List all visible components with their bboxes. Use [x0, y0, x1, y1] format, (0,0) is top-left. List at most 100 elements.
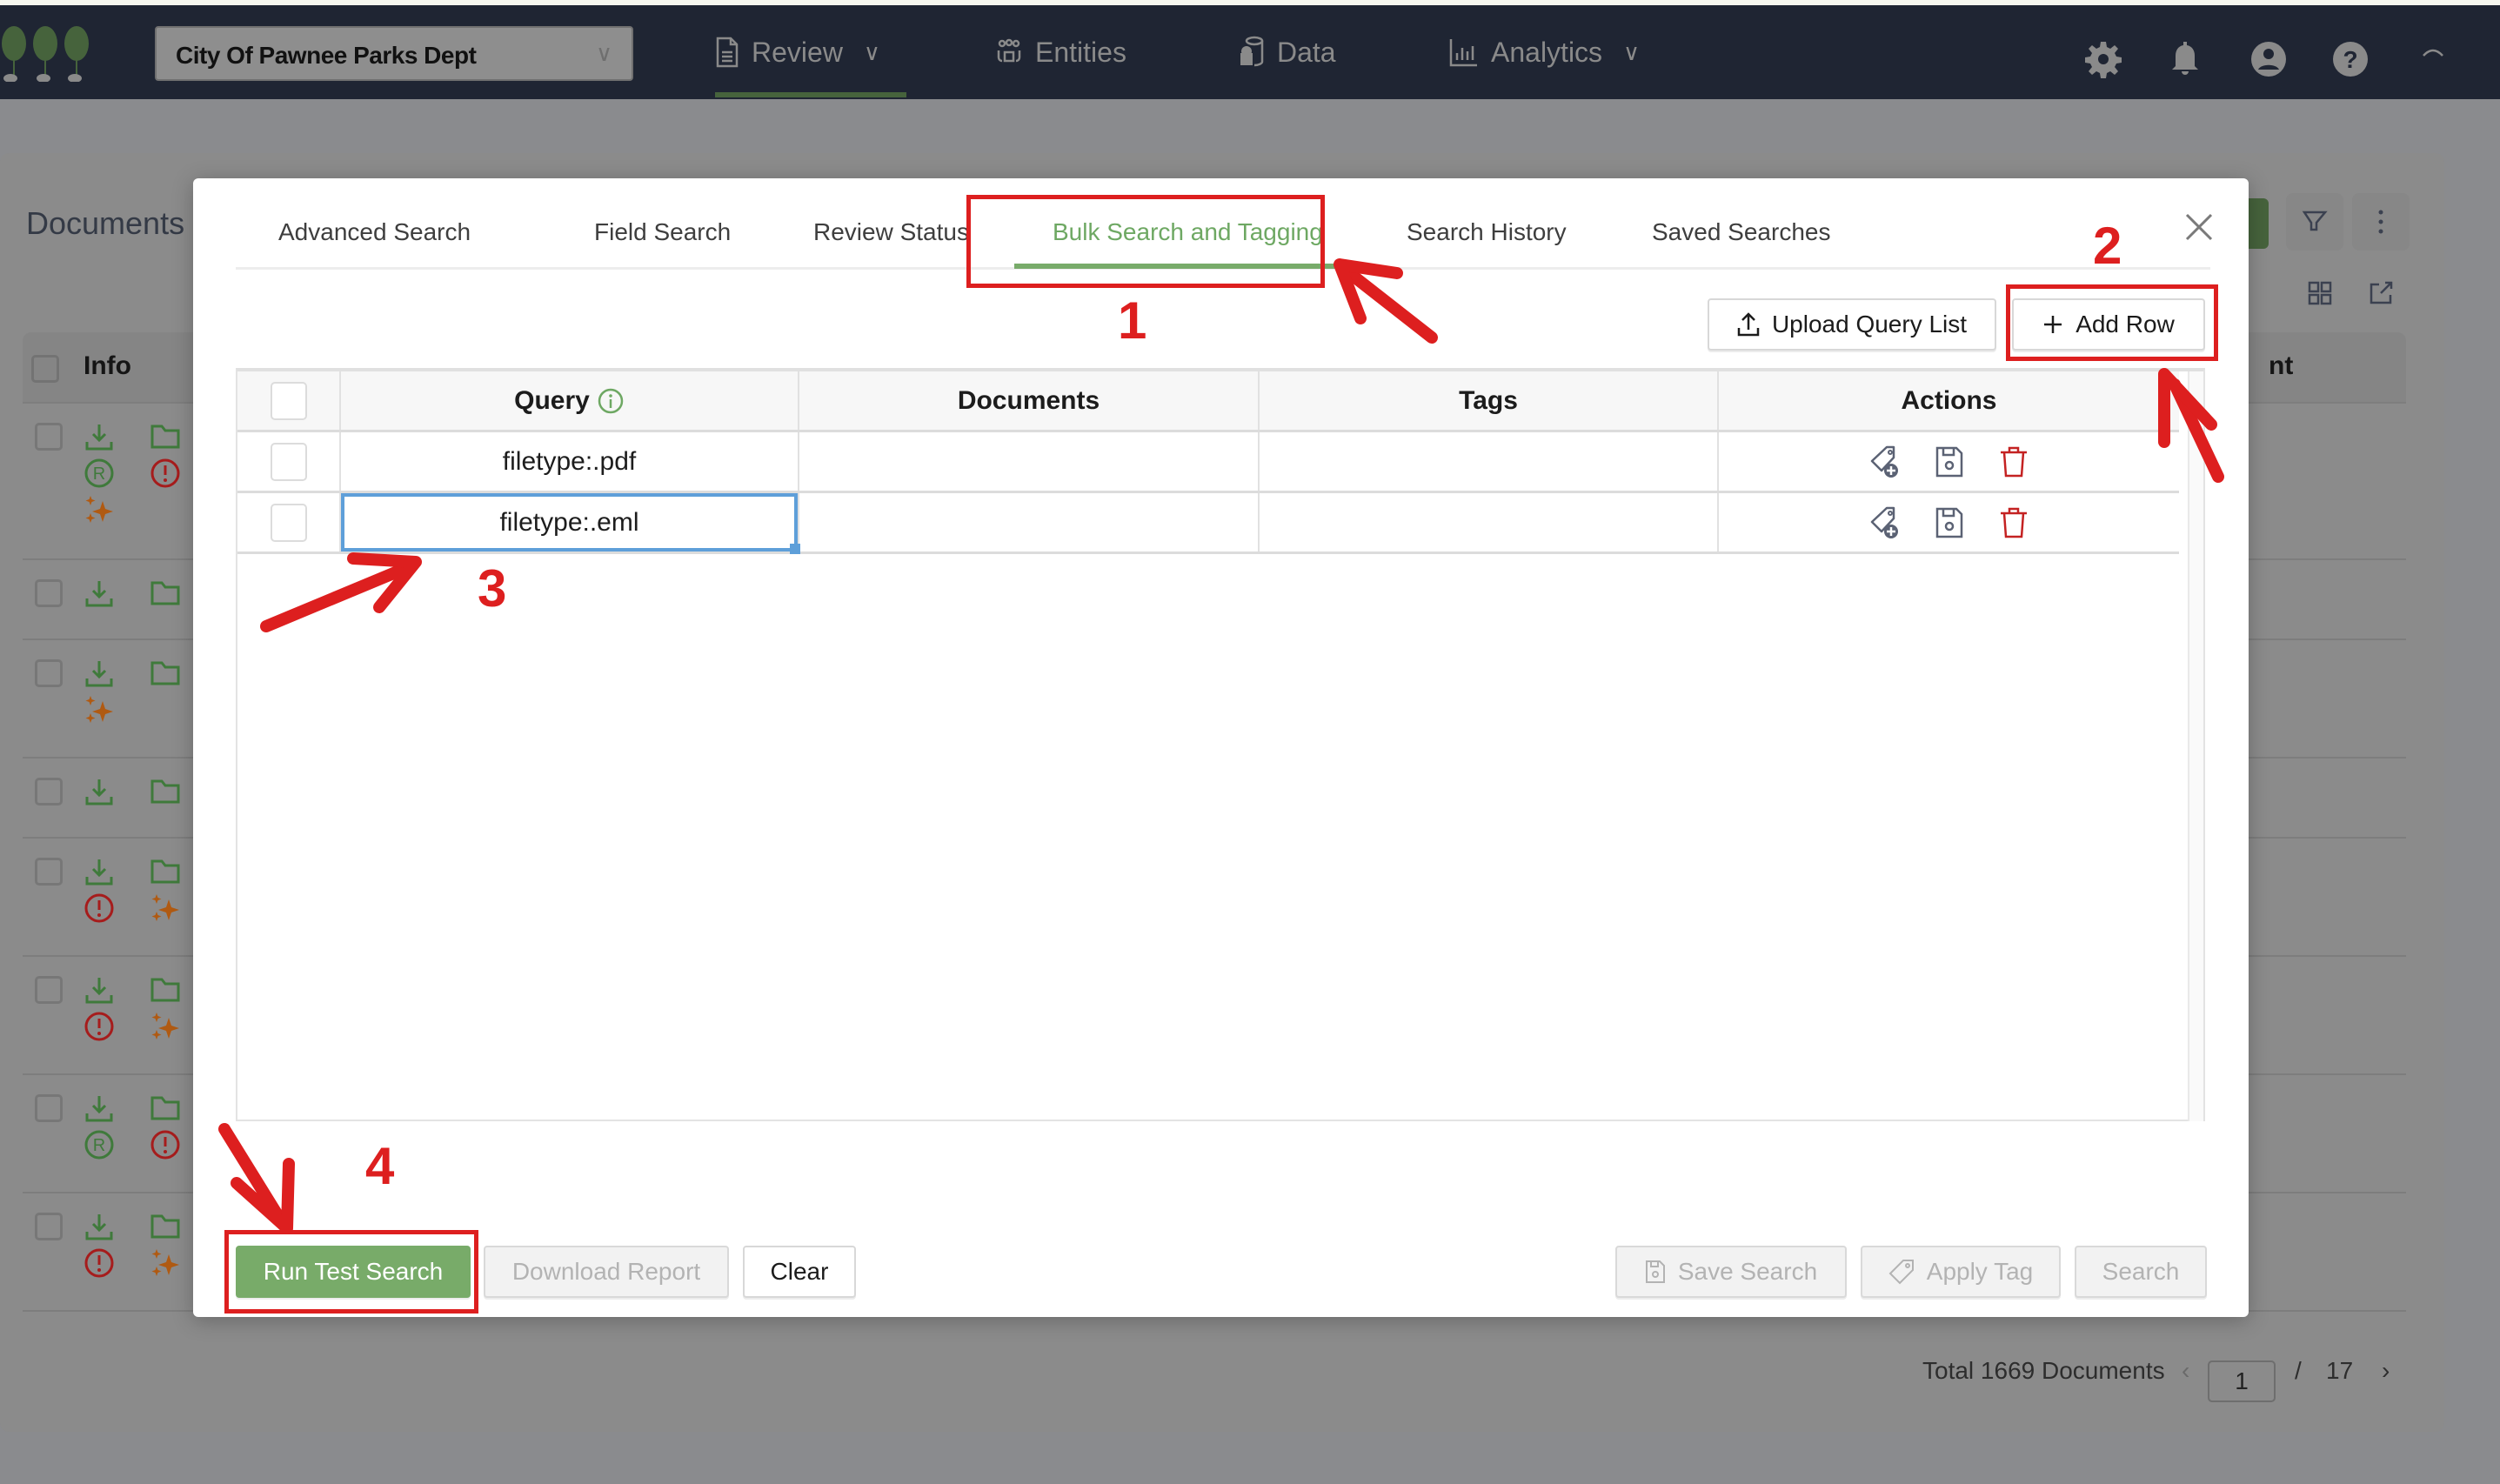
pagination-next-icon: › [2382, 1357, 2390, 1384]
row-checkbox[interactable] [270, 503, 307, 542]
gear-icon[interactable] [2084, 40, 2122, 78]
actions-cell [1719, 432, 2179, 491]
alert-icon [150, 458, 181, 489]
nav-entities-label: Entities [1035, 36, 1126, 68]
search-label: Search [2102, 1258, 2180, 1285]
row-checkbox [35, 1213, 63, 1240]
annotation-step-1: 1 [1118, 291, 1147, 350]
delete-icon[interactable] [1998, 445, 2029, 479]
filter-icon [2302, 211, 2328, 231]
bulk-query-table: Query Documents Tags Actions filetype:.p… [236, 368, 2205, 1121]
save-icon [1645, 1260, 1665, 1283]
more-vertical-icon [2378, 210, 2383, 234]
tab-advanced-search[interactable]: Advanced Search [278, 218, 471, 246]
alert-icon [84, 1011, 115, 1042]
save-search-button[interactable]: Save Search [1615, 1246, 1847, 1298]
documents-cell[interactable] [799, 432, 1260, 491]
apply-tag-button[interactable]: Apply Tag [1861, 1246, 2061, 1298]
top-navbar: City Of Pawnee Parks Dept ∨ Review ∨ Ent… [0, 5, 2500, 99]
annotation-arrow-4 [218, 1123, 295, 1234]
sparkle-icon [150, 1011, 181, 1042]
clear-button[interactable]: Clear [743, 1246, 856, 1298]
query-text: filetype:.pdf [502, 446, 637, 476]
export-button [2354, 266, 2408, 320]
help-icon[interactable]: ? [2331, 40, 2370, 78]
delete-icon[interactable] [1998, 505, 2029, 540]
add-tag-icon[interactable] [1869, 505, 1901, 540]
info-icon[interactable] [597, 387, 625, 415]
folder-icon [150, 421, 181, 452]
registered-icon: R [84, 1129, 115, 1160]
pagination-separator: / [2295, 1357, 2302, 1384]
nav-entities[interactable]: Entities [995, 35, 1126, 70]
row-checkbox [35, 423, 63, 451]
app-logo-icon[interactable] [0, 26, 96, 82]
column-header-info: Info [84, 351, 131, 380]
svg-text:R: R [93, 1136, 105, 1155]
tag-icon [1888, 1260, 1914, 1285]
nav-review[interactable]: Review ∨ [715, 35, 880, 70]
user-icon[interactable] [2249, 40, 2288, 78]
header-documents: Documents [799, 371, 1260, 430]
folder-icon [150, 974, 181, 1006]
bell-icon[interactable] [2166, 40, 2204, 78]
pagination-page-input: 1 [2208, 1360, 2276, 1402]
header-select-cell [237, 371, 341, 430]
download-icon [84, 1211, 115, 1242]
sparkle-icon [150, 892, 181, 924]
row-checkbox[interactable] [270, 442, 307, 481]
folder-icon [150, 856, 181, 887]
alert-icon [150, 1129, 181, 1160]
download-report-button[interactable]: Download Report [484, 1246, 729, 1298]
query-cell[interactable]: filetype:.pdf [341, 432, 799, 491]
header-documents-label: Documents [957, 385, 1100, 415]
save-icon[interactable] [1934, 445, 1965, 479]
table-row: filetype:.pdf [237, 432, 2179, 493]
tags-cell[interactable] [1260, 493, 1719, 551]
organization-select-value: City Of Pawnee Parks Dept [176, 42, 477, 69]
row-checkbox [35, 858, 63, 886]
tab-saved-searches[interactable]: Saved Searches [1652, 218, 1830, 246]
query-cell[interactable]: filetype:.eml [341, 493, 800, 554]
nav-data[interactable]: Data [1239, 35, 1336, 70]
save-icon[interactable] [1934, 505, 1965, 540]
database-icon [1240, 36, 1264, 67]
alert-icon [84, 892, 115, 924]
chevron-down-icon: ∨ [863, 38, 880, 65]
annotation-step-4: 4 [365, 1137, 395, 1195]
sparkle-icon [84, 694, 115, 725]
add-tag-icon[interactable] [1869, 445, 1901, 479]
filter-button [2286, 193, 2343, 251]
folder-icon [150, 776, 181, 807]
documents-cell[interactable] [799, 493, 1260, 551]
tab-field-search[interactable]: Field Search [594, 218, 731, 246]
nav-analytics[interactable]: Analytics ∨ [1449, 35, 1640, 70]
row-checkbox [35, 778, 63, 806]
header-tags: Tags [1260, 371, 1719, 430]
collapse-icon[interactable] [2420, 43, 2446, 61]
select-all-checkbox[interactable] [270, 381, 307, 420]
search-modal: Advanced Search Field Search Review Stat… [193, 178, 2249, 1317]
more-options-button [2352, 193, 2410, 251]
upload-query-list-button[interactable]: Upload Query List [1708, 298, 1996, 351]
annotation-box-2 [2006, 284, 2218, 361]
grid-icon [2308, 281, 2332, 305]
annotation-arrow-1 [1334, 258, 1438, 344]
external-link-icon [2370, 281, 2393, 304]
tags-cell[interactable] [1260, 432, 1719, 491]
actions-cell [1719, 493, 2179, 551]
close-icon[interactable] [2182, 210, 2216, 244]
row-checkbox [35, 1094, 63, 1122]
upload-icon [1737, 312, 1760, 337]
tab-review-status[interactable]: Review Status [813, 218, 969, 246]
sparkle-icon [84, 494, 115, 525]
organization-select[interactable]: City Of Pawnee Parks Dept ∨ [155, 26, 633, 81]
annotation-step-2: 2 [2093, 217, 2122, 275]
svg-text:R: R [93, 465, 105, 484]
search-button[interactable]: Search [2075, 1246, 2207, 1298]
pagination-total: Total 1669 Documents [1922, 1357, 2165, 1384]
pagination-total-pages: 17 [2326, 1357, 2354, 1384]
grid-view-button [2293, 266, 2347, 320]
tab-search-history[interactable]: Search History [1407, 218, 1567, 246]
table-row: filetype:.eml [237, 493, 2179, 554]
